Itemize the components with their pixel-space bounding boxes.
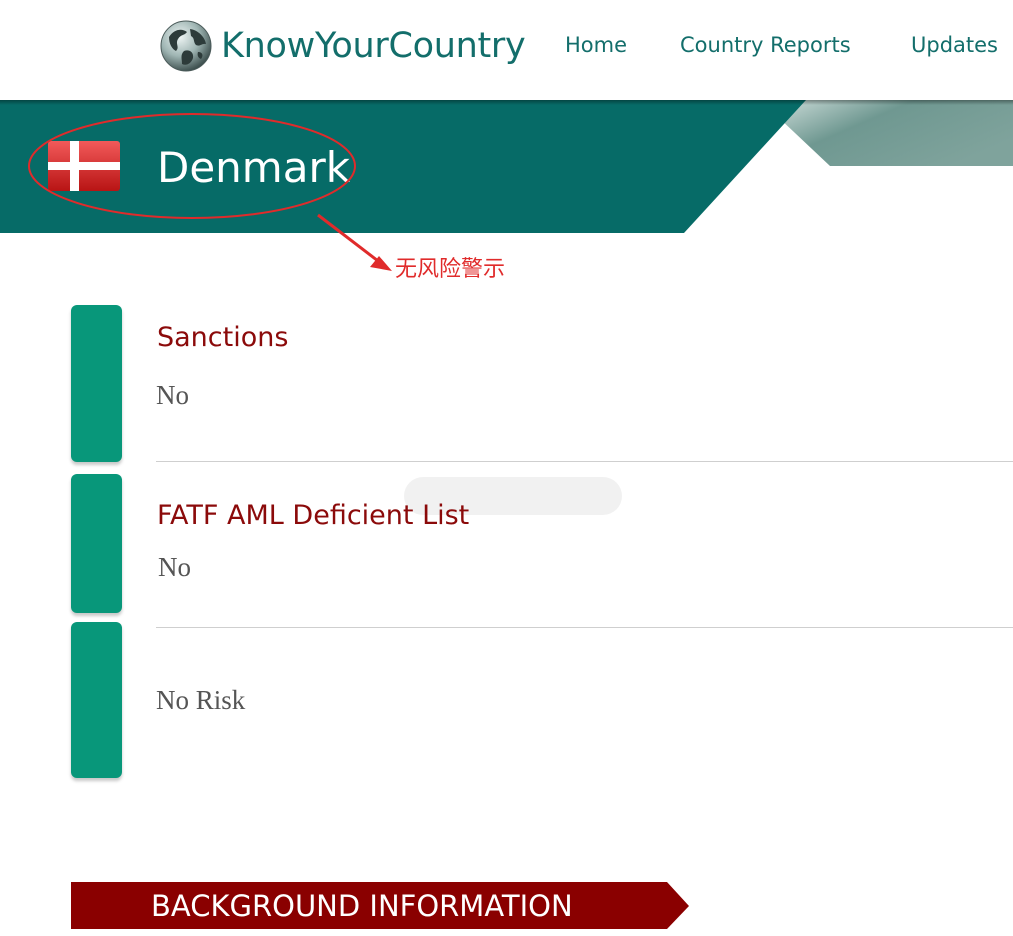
risk-indicator-fatf	[71, 474, 122, 613]
risk-value-sanctions: No	[156, 380, 189, 410]
banner-background	[0, 100, 1013, 233]
section-heading-background-information[interactable]: BACKGROUND INFORMATION	[71, 882, 689, 929]
risk-value-fatf: No	[158, 552, 191, 582]
risk-indicator-overall	[71, 622, 122, 778]
divider	[156, 461, 1013, 462]
brand-name: KnowYourCountry	[221, 26, 526, 66]
nav-country-reports-link[interactable]: Country Reports	[680, 30, 851, 60]
site-logo[interactable]: KnowYourCountry	[160, 20, 526, 72]
globe-icon	[160, 20, 212, 72]
risk-value-overall: No Risk	[156, 685, 246, 715]
top-navigation: KnowYourCountry Home Country Reports Upd…	[0, 0, 1013, 100]
country-banner: Denmark	[0, 100, 1013, 233]
annotation-note: 无风险警示	[395, 257, 506, 282]
divider	[156, 627, 1013, 628]
risk-indicator-sanctions	[71, 305, 122, 462]
section-label: BACKGROUND INFORMATION	[151, 889, 573, 923]
country-title: Denmark	[157, 143, 351, 192]
risk-title-fatf: FATF AML Deficient List	[157, 500, 470, 531]
denmark-flag-icon	[48, 141, 120, 191]
nav-home-link[interactable]: Home	[565, 30, 627, 60]
nav-updates-link[interactable]: Updates	[911, 30, 998, 60]
risk-title-sanctions: Sanctions	[157, 322, 289, 353]
